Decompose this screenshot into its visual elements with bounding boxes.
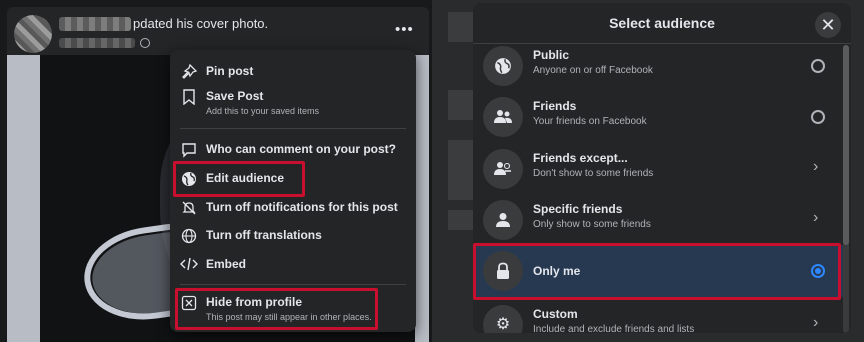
option-title: Public bbox=[533, 48, 570, 62]
option-subtitle: Anyone on or off Facebook bbox=[533, 65, 653, 76]
cover-border-left bbox=[7, 55, 40, 342]
translate-icon bbox=[180, 228, 198, 246]
gear-icon: ⚙ bbox=[483, 305, 523, 333]
code-icon bbox=[180, 257, 198, 275]
menu-item-save-post[interactable]: Save Post Add this to your saved items bbox=[170, 87, 416, 117]
menu-item-pin-post[interactable]: Pin post bbox=[170, 62, 416, 82]
friends-except-icon bbox=[483, 149, 523, 189]
menu-item-label: Turn off notifications for this post bbox=[206, 200, 398, 214]
blurred-username[interactable] bbox=[59, 17, 131, 31]
audience-option-friends[interactable]: Friends Your friends on Facebook bbox=[473, 91, 843, 143]
audience-option-friends-except[interactable]: Friends except... Don't show to some fri… bbox=[473, 143, 843, 195]
more-horizontal-icon[interactable]: ••• bbox=[395, 21, 414, 38]
bell-off-icon bbox=[180, 200, 198, 218]
option-subtitle: Only show to some friends bbox=[533, 219, 651, 230]
post-options-menu: Pin post Save Post Add this to your save… bbox=[170, 50, 416, 332]
person-icon bbox=[483, 200, 523, 240]
highlight-hide-from-profile bbox=[175, 288, 378, 330]
comment-icon bbox=[180, 142, 198, 160]
scrollbar-thumb[interactable] bbox=[843, 45, 849, 245]
option-subtitle: Don't show to some friends bbox=[533, 168, 654, 179]
modal-title: Select audience bbox=[609, 15, 715, 31]
audience-option-custom[interactable]: ⚙ Custom Include and exclude friends and… bbox=[473, 299, 843, 333]
post-action-text: pdated his cover photo. bbox=[133, 16, 269, 31]
screenshot-composite: pdated his cover photo. ••• Pin post Sav… bbox=[0, 0, 864, 342]
option-title: Specific friends bbox=[533, 202, 623, 216]
option-subtitle: Your friends on Facebook bbox=[533, 116, 647, 127]
background-thumbnail bbox=[448, 210, 474, 230]
option-subtitle: Include and exclude friends and lists bbox=[533, 324, 695, 333]
option-title: Custom bbox=[533, 307, 578, 321]
background-thumbnail bbox=[448, 140, 474, 200]
cover-border-right bbox=[415, 55, 429, 342]
option-title: Friends bbox=[533, 99, 577, 113]
blurred-timestamp[interactable] bbox=[59, 38, 135, 48]
chevron-right-icon[interactable]: › bbox=[813, 209, 818, 227]
menu-item-label: Pin post bbox=[206, 64, 254, 78]
background-thumbnail bbox=[448, 90, 474, 120]
audience-option-specific-friends[interactable]: Specific friends Only show to some frien… bbox=[473, 194, 843, 246]
pin-icon bbox=[180, 63, 198, 82]
menu-divider bbox=[180, 284, 406, 285]
menu-item-turn-off-notifications[interactable]: Turn off notifications for this post bbox=[170, 198, 416, 218]
bookmark-icon bbox=[180, 89, 198, 107]
menu-item-label: Save Post bbox=[206, 89, 264, 103]
option-title: Friends except... bbox=[533, 151, 628, 165]
menu-item-who-can-comment[interactable]: Who can comment on your post? bbox=[170, 140, 416, 160]
chevron-right-icon[interactable]: › bbox=[813, 158, 818, 176]
post-header: pdated his cover photo. ••• bbox=[7, 7, 429, 55]
friends-icon bbox=[483, 97, 523, 137]
audience-radio-friends[interactable] bbox=[811, 110, 825, 124]
globe-icon bbox=[483, 46, 523, 86]
menu-item-label: Turn off translations bbox=[206, 228, 322, 242]
chevron-right-icon[interactable]: › bbox=[813, 314, 818, 332]
menu-item-turn-off-translations[interactable]: Turn off translations bbox=[170, 226, 416, 246]
menu-item-label: Who can comment on your post? bbox=[206, 142, 397, 156]
background-thumbnail bbox=[448, 12, 474, 42]
highlight-only-me bbox=[473, 243, 841, 300]
menu-divider bbox=[180, 128, 406, 129]
menu-item-label: Embed bbox=[206, 257, 247, 271]
highlight-edit-audience bbox=[173, 161, 305, 197]
select-audience-modal: Select audience ✕ Public Anyone on or of… bbox=[473, 3, 851, 333]
avatar[interactable] bbox=[14, 15, 52, 53]
privacy-globe-icon bbox=[140, 38, 150, 48]
menu-item-sub: Add this to your saved items bbox=[206, 106, 320, 116]
audience-radio-public[interactable] bbox=[811, 59, 825, 73]
menu-item-embed[interactable]: Embed bbox=[170, 255, 416, 275]
audience-option-public[interactable]: Public Anyone on or off Facebook bbox=[473, 40, 843, 92]
modal-scrollbar[interactable] bbox=[843, 45, 849, 333]
close-icon[interactable]: ✕ bbox=[815, 12, 841, 38]
